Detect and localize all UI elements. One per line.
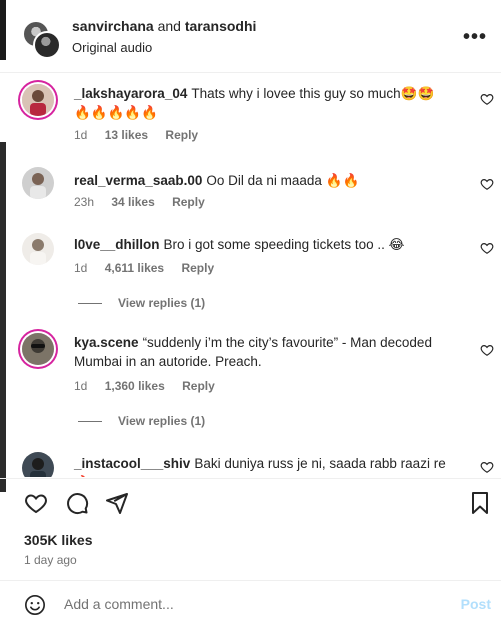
- avatar[interactable]: [33, 31, 61, 59]
- comment-time: 1d: [74, 261, 88, 275]
- emoji-icon[interactable]: [24, 594, 46, 616]
- comment-text: real_verma_saab.00 Oo Dil da ni maada 🔥🔥: [74, 171, 449, 190]
- share-send-icon[interactable]: [105, 491, 129, 515]
- post-button[interactable]: Post: [461, 596, 491, 612]
- post-date: 1 day ago: [24, 553, 77, 567]
- comment-username[interactable]: kya.scene: [74, 335, 139, 350]
- comment-username[interactable]: _lakshayarora_04: [74, 86, 187, 101]
- comment-bubble-icon[interactable]: [65, 491, 89, 515]
- view-replies-button[interactable]: View replies (1): [78, 296, 205, 310]
- comment-input[interactable]: [64, 593, 444, 615]
- post-header: sanvirchana and taransodhi Original audi…: [0, 0, 501, 73]
- post-actions: 305K likes 1 day ago: [0, 478, 501, 581]
- divider-line: [78, 303, 102, 305]
- more-options-icon[interactable]: •••: [463, 26, 487, 49]
- comment-item: real_verma_saab.00 Oo Dil da ni maada 🔥🔥 …: [22, 167, 494, 211]
- avatar[interactable]: [22, 333, 54, 365]
- reply-button[interactable]: Reply: [172, 195, 205, 209]
- likes-count[interactable]: 305K likes: [24, 532, 93, 548]
- comment-meta: 23h 34 likes Reply: [74, 195, 219, 209]
- comment-list[interactable]: _lakshayarora_04 Thats why i lovee this g…: [0, 73, 501, 477]
- comment-time: 1d: [74, 379, 88, 393]
- comment-time: 1d: [74, 128, 88, 142]
- comment-likes[interactable]: 1,360 likes: [105, 379, 165, 393]
- comment-meta: 1d 4,611 likes Reply: [74, 261, 228, 275]
- reply-button[interactable]: Reply: [181, 261, 214, 275]
- author-username[interactable]: taransodhi: [185, 18, 257, 34]
- reply-button[interactable]: Reply: [182, 379, 215, 393]
- like-heart-icon[interactable]: [480, 460, 494, 474]
- comment-item: l0ve__dhillon Bro i got some speeding tic…: [22, 233, 494, 313]
- comment-time: 23h: [74, 195, 95, 209]
- bookmark-icon[interactable]: [468, 491, 492, 515]
- view-replies-label[interactable]: View replies (1): [118, 296, 205, 310]
- collab-avatars[interactable]: [22, 20, 61, 59]
- audio-label[interactable]: Original audio: [72, 40, 152, 55]
- view-replies-label[interactable]: View replies (1): [118, 414, 205, 428]
- like-heart-icon[interactable]: [480, 241, 494, 255]
- comment-meta: 1d 1,360 likes Reply: [74, 379, 229, 393]
- author-username[interactable]: sanvirchana: [72, 18, 154, 34]
- comment-text: kya.scene “suddenly i’m the city’s favour…: [74, 333, 449, 371]
- author-names: sanvirchana and taransodhi: [72, 18, 256, 34]
- like-heart-icon[interactable]: [24, 491, 48, 515]
- comment-text: _instacool___shiv Baki duniya russ je ni,…: [74, 454, 449, 477]
- comment-item: _lakshayarora_04 Thats why i lovee this g…: [22, 84, 494, 148]
- avatar[interactable]: [22, 167, 54, 199]
- comment-username[interactable]: _instacool___shiv: [74, 456, 190, 471]
- like-heart-icon[interactable]: [480, 92, 494, 106]
- comment-text: _lakshayarora_04 Thats why i lovee this g…: [74, 84, 449, 122]
- comment-meta: 1d 13 likes Reply: [74, 128, 212, 142]
- comment-username[interactable]: real_verma_saab.00: [74, 173, 202, 188]
- comment-likes[interactable]: 13 likes: [105, 128, 148, 142]
- add-comment-bar: Post: [0, 580, 501, 628]
- avatar[interactable]: [22, 452, 54, 477]
- comment-likes[interactable]: 4,611 likes: [105, 261, 164, 275]
- view-replies-button[interactable]: View replies (1): [78, 414, 205, 428]
- comment-text: l0ve__dhillon Bro i got some speeding tic…: [74, 235, 449, 254]
- reply-button[interactable]: Reply: [165, 128, 198, 142]
- comment-body: Oo Dil da ni maada 🔥🔥: [206, 173, 360, 188]
- avatar[interactable]: [22, 233, 54, 265]
- avatar[interactable]: [22, 84, 54, 116]
- comment-likes[interactable]: 34 likes: [111, 195, 154, 209]
- comment-item: _instacool___shiv Baki duniya russ je ni,…: [22, 452, 494, 477]
- and-text: and: [157, 18, 181, 34]
- comment-item: kya.scene “suddenly i’m the city’s favour…: [22, 333, 494, 429]
- comment-username[interactable]: l0ve__dhillon: [74, 237, 160, 252]
- divider-line: [78, 421, 102, 423]
- comment-body: Bro i got some speeding tickets too .. 😂: [163, 237, 405, 252]
- like-heart-icon[interactable]: [480, 177, 494, 191]
- like-heart-icon[interactable]: [480, 343, 494, 357]
